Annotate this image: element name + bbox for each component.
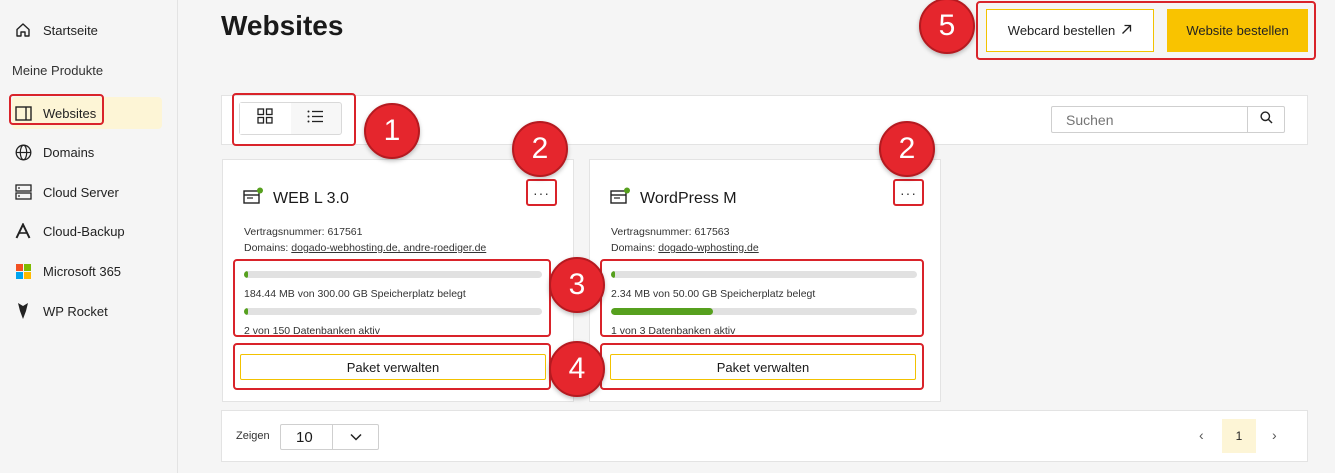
card-header: WEB L 3.0 [243, 187, 349, 210]
order-website-button[interactable]: Website bestellen [1167, 9, 1308, 52]
contract-number: Vertragsnummer: 617563 [611, 226, 730, 238]
website-status-icon [243, 187, 263, 210]
search-icon [1259, 110, 1273, 129]
sidebar-item-label: Cloud Server [43, 184, 119, 200]
order-webcard-button[interactable]: Webcard bestellen [986, 9, 1154, 52]
page-size-value: 10 [296, 428, 313, 446]
usage-highlight: 184.44 MB von 300.00 GB Speicherplatz be… [233, 259, 551, 337]
database-progress-fill [244, 308, 248, 315]
list-view-button[interactable] [291, 103, 342, 134]
domains-link[interactable]: dogado-webhosting.de, andre-roediger.de [291, 242, 486, 254]
database-progress-fill [611, 308, 713, 315]
domains-label: Domains: [611, 242, 656, 254]
website-card: WEB L 3.0 ··· Vertragsnummer: 617561 Dom… [222, 159, 574, 402]
storage-progress-fill [611, 271, 615, 278]
storage-progress-bar [244, 271, 542, 278]
domains-label: Domains: [244, 242, 289, 254]
storage-progress-fill [244, 271, 248, 278]
annotation-badge: 2 [512, 121, 568, 177]
header-actions: Webcard bestellen Website bestellen [976, 1, 1316, 60]
card-domains: Domains: dogado-wphosting.de [611, 242, 759, 254]
view-toggle [239, 102, 342, 135]
more-options-button[interactable]: ··· [893, 179, 924, 206]
database-usage-text: 2 von 150 Datenbanken aktiv [244, 325, 381, 337]
chevron-down-icon [332, 425, 378, 449]
sidebar: Startseite Meine Produkte Websites Domai… [0, 0, 178, 473]
home-icon [14, 21, 32, 39]
database-progress-bar [611, 308, 917, 315]
sidebar-item-label: Cloud-Backup [43, 223, 125, 239]
previous-page-button[interactable]: ‹ [1199, 427, 1204, 443]
search-input[interactable] [1052, 107, 1247, 132]
storage-usage-text: 184.44 MB von 300.00 GB Speicherplatz be… [244, 288, 466, 300]
list-icon [307, 110, 324, 128]
manage-highlight: Paket verwalten [600, 343, 924, 390]
next-page-button[interactable]: › [1272, 427, 1277, 443]
sidebar-item-label: Microsoft 365 [43, 263, 122, 279]
manage-package-button[interactable]: Paket verwalten [610, 354, 916, 380]
pagination-footer: Zeigen 10 ‹ 1 › [221, 410, 1308, 462]
contract-number: Vertragsnummer: 617561 [244, 226, 363, 238]
card-header: WordPress M [610, 187, 737, 210]
website-status-icon [610, 187, 630, 210]
external-link-icon [1121, 23, 1132, 38]
sidebar-item-home[interactable]: Startseite [12, 14, 162, 46]
annotation-badge: 1 [364, 103, 420, 159]
page-title: Websites [221, 10, 344, 41]
sidebar-item-microsoft-365[interactable]: Microsoft 365 [12, 255, 162, 287]
page-size-label: Zeigen [236, 430, 270, 442]
website-card: WordPress M ··· Vertragsnummer: 617563 D… [589, 159, 941, 402]
page-number-button[interactable]: 1 [1222, 419, 1256, 453]
page-size-select[interactable]: 10 [280, 424, 379, 450]
card-domains: Domains: dogado-webhosting.de, andre-roe… [244, 242, 486, 254]
more-options-button[interactable]: ··· [526, 179, 557, 206]
search-button[interactable] [1247, 107, 1284, 132]
view-toggle-highlight [232, 93, 356, 146]
database-usage-text: 1 von 3 Datenbanken aktiv [611, 325, 736, 337]
database-progress-bar [244, 308, 542, 315]
usage-highlight: 2.34 MB von 50.00 GB Speicherplatz beleg… [600, 259, 924, 337]
sidebar-section-title: Meine Produkte [12, 63, 104, 78]
acronis-icon [14, 222, 32, 240]
grid-icon [257, 108, 273, 129]
annotation-badge: 3 [549, 257, 605, 313]
search-box [1051, 106, 1285, 133]
highlight-box [9, 94, 104, 125]
sidebar-item-websites[interactable]: Websites [9, 94, 162, 129]
grid-view-button[interactable] [240, 103, 291, 134]
rocket-icon [14, 302, 32, 320]
annotation-badge: 2 [879, 121, 935, 177]
card-title: WEB L 3.0 [273, 189, 349, 207]
storage-usage-text: 2.34 MB von 50.00 GB Speicherplatz beleg… [611, 288, 816, 300]
sidebar-item-cloud-backup[interactable]: Cloud-Backup [12, 215, 162, 247]
sidebar-item-label: Domains [43, 144, 95, 160]
server-icon [14, 183, 32, 201]
sidebar-item-cloud-server[interactable]: Cloud Server [12, 176, 162, 208]
domains-link[interactable]: dogado-wphosting.de [658, 242, 758, 254]
manage-highlight: Paket verwalten [233, 343, 551, 390]
manage-package-button[interactable]: Paket verwalten [240, 354, 546, 380]
card-title: WordPress M [640, 189, 737, 207]
sidebar-item-wp-rocket[interactable]: WP Rocket [12, 295, 162, 327]
annotation-badge: 5 [919, 0, 975, 54]
sidebar-item-label: WP Rocket [43, 303, 108, 319]
sidebar-item-label: Startseite [43, 22, 98, 38]
globe-icon [14, 143, 32, 161]
storage-progress-bar [611, 271, 917, 278]
sidebar-item-domains[interactable]: Domains [12, 136, 162, 168]
annotation-badge: 4 [549, 341, 605, 397]
microsoft-logo-icon [14, 262, 32, 280]
order-webcard-label: Webcard bestellen [1007, 23, 1116, 38]
